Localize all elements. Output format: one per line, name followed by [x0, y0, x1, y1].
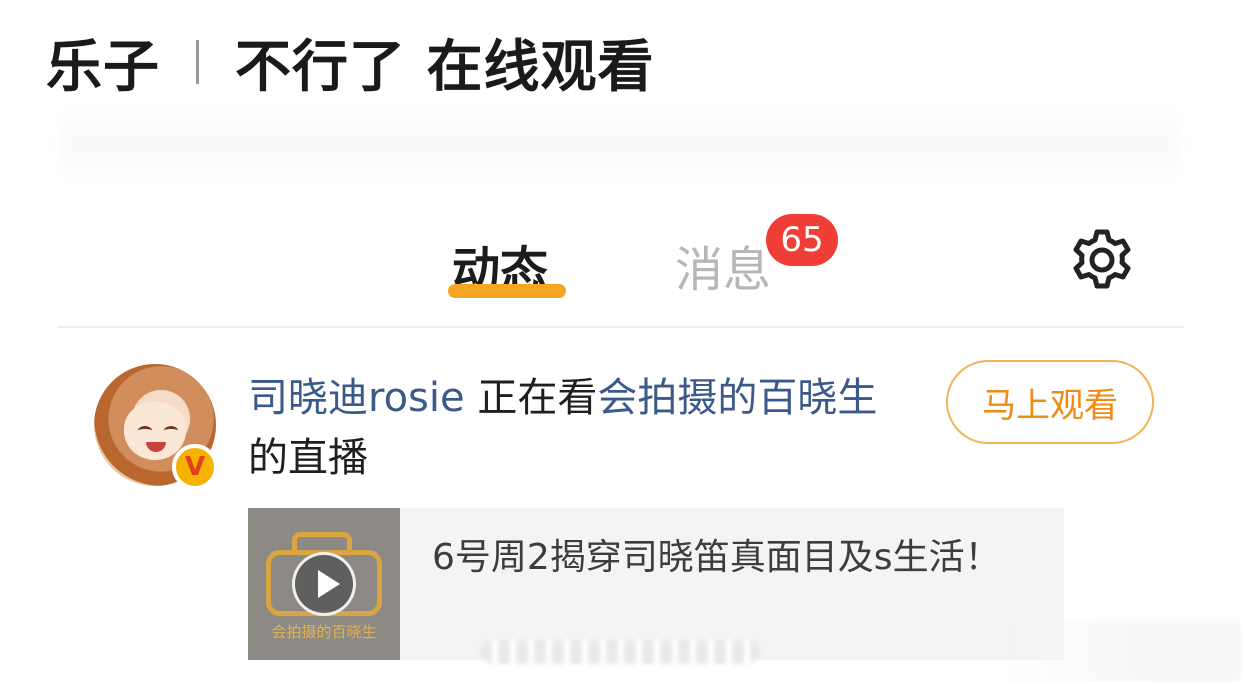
tab-divider [58, 326, 1184, 328]
active-tab-indicator [448, 284, 566, 298]
post-title-right: 不行了 在线观看 [235, 34, 655, 100]
live-thumbnail[interactable]: 会拍摄的百晓生 [248, 508, 400, 660]
play-icon[interactable] [292, 552, 356, 616]
action-text: 正在看 [464, 375, 598, 421]
thumbnail-caption: 会拍摄的百晓生 [271, 623, 377, 641]
title-divider [196, 40, 199, 84]
unread-badge: 65 [766, 214, 838, 266]
post-title-left: 乐子 [46, 34, 160, 100]
live-card-title: 6号周2揭穿司晓笛真面目及s生活！ [432, 537, 1001, 578]
blurred-strip [480, 640, 760, 664]
watch-now-button[interactable]: 马上观看 [946, 360, 1154, 444]
tab-xiaoxi[interactable]: 消息 [675, 230, 771, 300]
blurred-fade [1000, 620, 1242, 682]
target-user-link[interactable]: 会拍摄的百晓生 [597, 375, 877, 421]
suffix-text: 的直播 [248, 435, 368, 481]
blurred-background-text [60, 105, 1180, 185]
post-title: 乐子 不行了 在线观看 [46, 22, 655, 102]
feed-activity-text: 司晓迪rosie 正在看会拍摄的百晓生 的直播 [248, 368, 888, 488]
user-name-link[interactable]: 司晓迪rosie [248, 375, 465, 421]
gear-icon[interactable] [1068, 226, 1136, 294]
verified-v-icon: V [172, 444, 218, 490]
